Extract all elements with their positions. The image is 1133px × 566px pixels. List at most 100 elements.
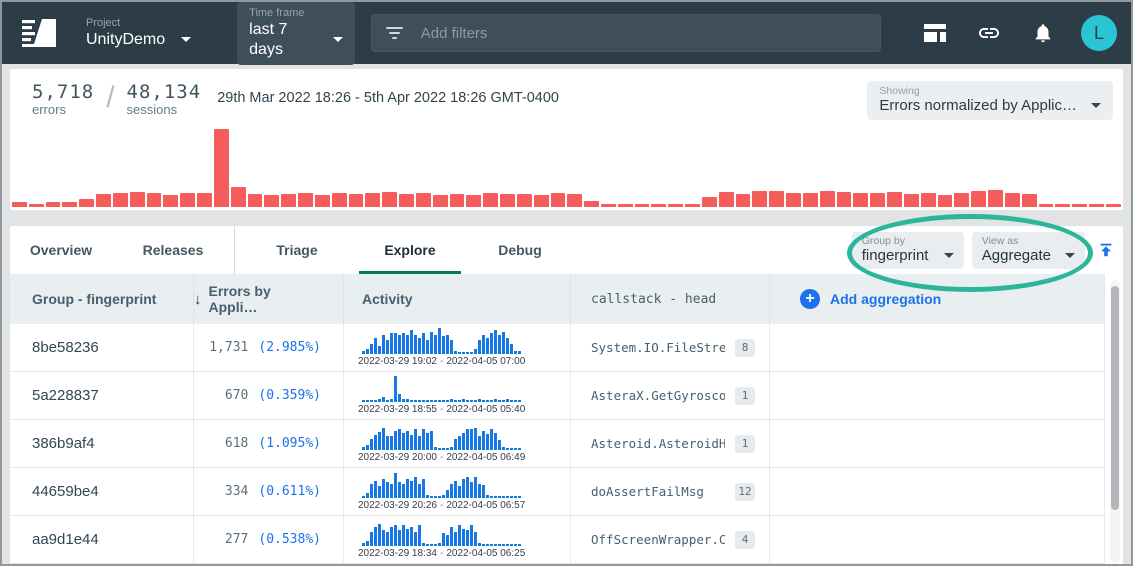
errors-count: 277 xyxy=(225,532,248,547)
activity-sparkline xyxy=(362,424,521,450)
histogram-bar xyxy=(618,204,633,207)
histogram-bar xyxy=(433,195,448,207)
column-header-activity[interactable]: Activity xyxy=(343,274,570,324)
timeframe-selector[interactable]: Time frame last 7 days xyxy=(237,2,355,65)
histogram-bar xyxy=(988,190,1003,207)
table-row[interactable]: 8be582361,731(2.985%)2022-03-29 19:02-20… xyxy=(10,324,1104,372)
sort-desc-icon: ↓ xyxy=(194,291,202,308)
view-as-selector[interactable]: View as Aggregate xyxy=(972,232,1085,269)
errors-cell: 1,731(2.985%) xyxy=(193,324,343,371)
vertical-scrollbar[interactable] xyxy=(1110,280,1120,563)
errors-percent: (1.095%) xyxy=(258,436,321,451)
histogram-bar xyxy=(399,194,414,207)
histogram-bar xyxy=(534,195,549,207)
tab-triage[interactable]: Triage xyxy=(235,226,359,274)
table-row[interactable]: 5a228837670(0.359%)2022-03-29 18:55-2022… xyxy=(10,372,1104,420)
histogram-bar xyxy=(601,204,616,207)
activity-cell: 2022-03-29 20:00-2022-04-05 06:49 xyxy=(343,420,570,467)
fingerprint-cell[interactable]: aa9d1e44 xyxy=(10,516,193,563)
tab-releases[interactable]: Releases xyxy=(112,226,234,274)
histogram-bar xyxy=(298,193,313,207)
project-value: UnityDemo xyxy=(86,30,165,50)
frame-count-badge: 4 xyxy=(735,531,755,549)
histogram-bar xyxy=(163,195,178,207)
showing-value: Errors normalized by Applic… xyxy=(879,97,1077,114)
view-as-value: Aggregate xyxy=(982,247,1051,264)
activity-sparkline xyxy=(362,472,521,498)
errors-cell: 618(1.095%) xyxy=(193,420,343,467)
histogram-bar xyxy=(517,194,532,207)
column-header-group[interactable]: Group - fingerprint xyxy=(10,274,193,324)
showing-selector[interactable]: Showing Errors normalized by Applic… xyxy=(867,81,1113,120)
histogram-bar xyxy=(853,193,868,207)
link-icon[interactable] xyxy=(977,21,1001,45)
histogram-bar xyxy=(938,195,953,207)
showing-label: Showing xyxy=(879,85,1101,97)
scrollbar-thumb[interactable] xyxy=(1111,286,1119,510)
frame-count-badge: 1 xyxy=(735,435,755,453)
histogram-bar xyxy=(466,195,481,207)
callstack-head: AsteraX.GetGyroscopeDe… xyxy=(591,388,725,403)
activity-cell: 2022-03-29 18:34-2022-04-05 06:25 xyxy=(343,516,570,563)
histogram-bar xyxy=(870,193,885,207)
histogram-bar xyxy=(954,193,969,207)
callstack-head: System.IO.FileStream..… xyxy=(591,340,725,355)
histogram-bar xyxy=(382,192,397,207)
add-filters-input[interactable] xyxy=(419,24,866,43)
aggregation-cell xyxy=(769,420,1104,467)
histogram-bar xyxy=(551,193,566,207)
column-header-callstack[interactable]: callstack - head xyxy=(570,274,769,324)
histogram-bar xyxy=(483,193,498,207)
histogram-bar xyxy=(803,193,818,207)
tab-debug[interactable]: Debug xyxy=(461,226,579,274)
histogram-bar xyxy=(668,204,683,207)
histogram-bar xyxy=(971,191,986,207)
fingerprint-cell[interactable]: 386b9af4 xyxy=(10,420,193,467)
histogram-bar xyxy=(231,187,246,207)
activity-end: 2022-04-05 06:57 xyxy=(446,500,525,511)
dashboard-layout-icon[interactable] xyxy=(923,21,947,45)
scroll-to-top-button[interactable] xyxy=(1097,241,1115,259)
tab-explore[interactable]: Explore xyxy=(359,226,461,274)
activity-end: 2022-04-05 05:40 xyxy=(446,404,525,415)
activity-range: 2022-03-29 20:00-2022-04-05 06:49 xyxy=(358,452,525,463)
tab-overview[interactable]: Overview xyxy=(10,226,112,274)
table-row[interactable]: aa9d1e44277(0.538%)2022-03-29 18:34-2022… xyxy=(10,516,1104,564)
histogram-bar xyxy=(264,195,279,207)
activity-start: 2022-03-29 20:26 xyxy=(358,500,437,511)
table-row[interactable]: 44659be4334(0.611%)2022-03-29 20:26-2022… xyxy=(10,468,1104,516)
user-avatar[interactable]: L xyxy=(1081,15,1117,51)
histogram-bar xyxy=(887,192,902,207)
date-range: 29th Mar 2022 18:26 - 5th Apr 2022 18:26… xyxy=(217,90,559,106)
filters-bar[interactable] xyxy=(371,14,881,52)
app-window: Project UnityDemo Time frame last 7 days xyxy=(0,0,1133,566)
histogram-bar xyxy=(197,193,212,207)
aggregation-cell xyxy=(769,468,1104,515)
callstack-cell: System.IO.FileStream..…8 xyxy=(570,324,769,371)
fingerprint-cell[interactable]: 5a228837 xyxy=(10,372,193,419)
chevron-down-icon xyxy=(1091,103,1101,108)
fingerprint-cell[interactable]: 44659be4 xyxy=(10,468,193,515)
errors-percent: (0.611%) xyxy=(258,484,321,499)
fingerprint-cell[interactable]: 8be58236 xyxy=(10,324,193,371)
histogram-bar xyxy=(1055,204,1070,207)
chevron-down-icon xyxy=(181,37,191,42)
explore-card: Overview Releases Triage Explore Debug G… xyxy=(10,226,1123,566)
errors-percent: (0.359%) xyxy=(258,388,321,403)
aggregation-cell xyxy=(769,324,1104,371)
notifications-bell-icon[interactable] xyxy=(1031,21,1055,45)
group-by-selector[interactable]: Group by fingerprint xyxy=(852,232,964,269)
sessions-count: 48,134 xyxy=(127,81,202,103)
error-histogram[interactable] xyxy=(10,127,1123,207)
histogram-bar xyxy=(180,193,195,207)
column-header-errors[interactable]: ↓ Errors by Appli… xyxy=(193,274,343,324)
filter-icon xyxy=(386,27,403,39)
project-selector[interactable]: Project UnityDemo xyxy=(86,17,191,50)
histogram-bar xyxy=(62,202,77,207)
group-by-label: Group by xyxy=(862,235,954,247)
column-header-errors-label: Errors by Appli… xyxy=(209,283,322,315)
histogram-bar xyxy=(1039,204,1054,207)
table-row[interactable]: 386b9af4618(1.095%) 2022-03-29 20:00-2022… xyxy=(10,420,1104,468)
errors-stat: 5,718 errors xyxy=(32,81,94,117)
add-aggregation-button[interactable]: + Add aggregation xyxy=(769,274,1104,324)
